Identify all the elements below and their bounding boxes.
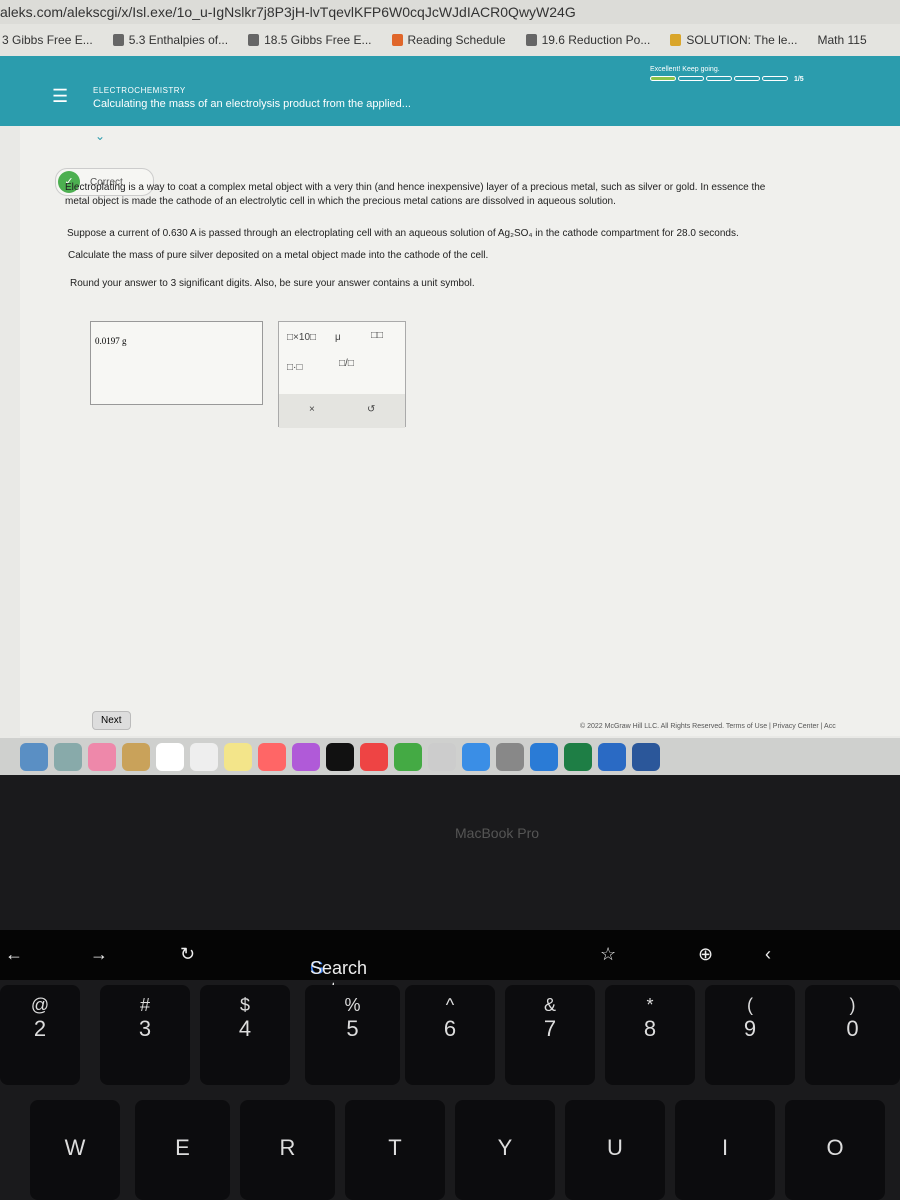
app-icon[interactable] bbox=[428, 742, 456, 771]
undo-button[interactable]: ↺ bbox=[367, 404, 375, 415]
chevron-down-icon[interactable]: ⌄ bbox=[95, 129, 105, 143]
notes-icon[interactable] bbox=[224, 742, 252, 771]
key[interactable]: ) 0 bbox=[805, 985, 900, 1085]
mu-button[interactable]: μ bbox=[335, 332, 341, 343]
settings-icon[interactable] bbox=[496, 742, 524, 771]
numbers-icon[interactable] bbox=[394, 742, 422, 771]
word-icon[interactable] bbox=[632, 742, 660, 771]
aleks-header: ☰ ELECTROCHEMISTRY Calculating the mass … bbox=[0, 56, 900, 126]
dock bbox=[0, 738, 900, 775]
bookmark[interactable]: 18.5 Gibbs Free E... bbox=[248, 33, 372, 47]
clear-button[interactable]: × bbox=[309, 404, 315, 415]
key[interactable]: Y bbox=[455, 1100, 555, 1200]
key[interactable]: $4 bbox=[200, 985, 290, 1085]
back-icon[interactable]: ← bbox=[5, 944, 23, 965]
app-icon[interactable] bbox=[530, 742, 558, 771]
laptop-screen: aleks.com/alekscgi/x/Isl.exe/1o_u-IgNslk… bbox=[0, 0, 900, 775]
app-icon[interactable] bbox=[20, 742, 48, 771]
bookmark[interactable]: 19.6 Reduction Po... bbox=[525, 33, 650, 47]
bookmark[interactable]: SOLUTION: The le... bbox=[670, 33, 797, 47]
key[interactable]: #3 bbox=[100, 985, 190, 1085]
key[interactable]: (9 bbox=[705, 985, 795, 1085]
key[interactable]: ^ 6 bbox=[405, 985, 495, 1085]
key[interactable]: U bbox=[565, 1100, 665, 1200]
page-icon bbox=[525, 34, 537, 46]
key[interactable]: * 8 bbox=[605, 985, 695, 1085]
page-title: Calculating the mass of an electrolysis … bbox=[93, 98, 411, 110]
bookmarks-bar: 3 Gibbs Free E... 5.3 Enthalpies of... 1… bbox=[0, 24, 900, 56]
address-bar[interactable]: aleks.com/alekscgi/x/Isl.exe/1o_u-IgNslk… bbox=[0, 0, 900, 24]
music-icon[interactable] bbox=[258, 742, 286, 771]
brand-label: MacBook Pro bbox=[455, 825, 540, 841]
key[interactable]: W bbox=[30, 1100, 120, 1200]
menu-icon[interactable]: ☰ bbox=[52, 86, 68, 107]
tv-icon[interactable] bbox=[326, 742, 354, 771]
calendar-icon[interactable] bbox=[156, 742, 184, 771]
problem-text: Calculate the mass of pure silver deposi… bbox=[68, 250, 489, 261]
problem-text: Suppose a current of 0.630 A is passed t… bbox=[67, 228, 739, 239]
progress: Excellent! Keep going. 1/5 bbox=[650, 66, 804, 83]
touch-bar: ← → ↻ G Search or type URL ☆ ⊕ ‹ bbox=[0, 930, 900, 1020]
a-icon bbox=[670, 34, 682, 46]
reminders-icon[interactable] bbox=[190, 742, 218, 771]
news-icon[interactable] bbox=[360, 742, 388, 771]
key[interactable]: % 5 bbox=[305, 985, 400, 1085]
key[interactable]: I bbox=[675, 1100, 775, 1200]
topic-label: ELECTROCHEMISTRY bbox=[93, 86, 186, 95]
forward-icon[interactable]: → bbox=[90, 944, 108, 965]
next-button[interactable]: Next bbox=[92, 711, 131, 730]
add-tab-icon[interactable]: ⊕ bbox=[698, 944, 713, 965]
answer-input[interactable]: 0.0197 g bbox=[90, 321, 263, 405]
reload-icon[interactable]: ↻ bbox=[180, 944, 195, 965]
bookmark[interactable]: 5.3 Enthalpies of... bbox=[112, 33, 228, 47]
multiply-dot-button[interactable]: □·□ bbox=[287, 362, 302, 373]
podcasts-icon[interactable] bbox=[292, 742, 320, 771]
chrome-icon[interactable] bbox=[598, 742, 626, 771]
page-icon bbox=[112, 34, 124, 46]
keyboard: @2 #3 $4 % 5 ^ 6 & 7 * 8 (9 ) 0 W E R T Y U I… bbox=[0, 985, 900, 1200]
footer: © 2022 McGraw Hill LLC. All Rights Reser… bbox=[580, 723, 836, 730]
problem-text: Electroplating is a way to coat a comple… bbox=[65, 182, 766, 193]
app-icon[interactable] bbox=[122, 742, 150, 771]
superscript-button[interactable]: □□ bbox=[371, 330, 383, 341]
chevron-left-icon[interactable]: ‹ bbox=[765, 944, 771, 965]
problem-area: ⌄ ✓ Correct Electroplating is a way to co… bbox=[20, 126, 900, 736]
key[interactable]: E bbox=[135, 1100, 230, 1200]
key[interactable]: R bbox=[240, 1100, 335, 1200]
key[interactable]: T bbox=[345, 1100, 445, 1200]
app-icon[interactable] bbox=[54, 742, 82, 771]
math-keypad: □×10□ μ □□ □·□ □/□ × ↺ bbox=[278, 321, 406, 428]
bookmark[interactable]: 3 Gibbs Free E... bbox=[2, 33, 93, 47]
page-icon bbox=[248, 34, 260, 46]
photos-icon[interactable] bbox=[88, 742, 116, 771]
star-icon[interactable]: ☆ bbox=[600, 944, 616, 965]
bookmark[interactable]: Math 115 bbox=[817, 33, 866, 47]
problem-text: Round your answer to 3 significant digit… bbox=[70, 278, 475, 289]
key[interactable]: @2 bbox=[0, 985, 80, 1085]
calendar-icon bbox=[391, 34, 403, 46]
fraction-button[interactable]: □/□ bbox=[339, 358, 354, 369]
problem-text: metal object is made the cathode of an e… bbox=[65, 196, 616, 207]
sci-notation-button[interactable]: □×10□ bbox=[287, 332, 316, 343]
key[interactable]: & 7 bbox=[505, 985, 595, 1085]
excel-icon[interactable] bbox=[564, 742, 592, 771]
app-store-icon[interactable] bbox=[462, 742, 490, 771]
bookmark[interactable]: Reading Schedule bbox=[391, 33, 506, 47]
progress-bar: 1/5 bbox=[650, 76, 804, 83]
key[interactable]: O bbox=[785, 1100, 885, 1200]
